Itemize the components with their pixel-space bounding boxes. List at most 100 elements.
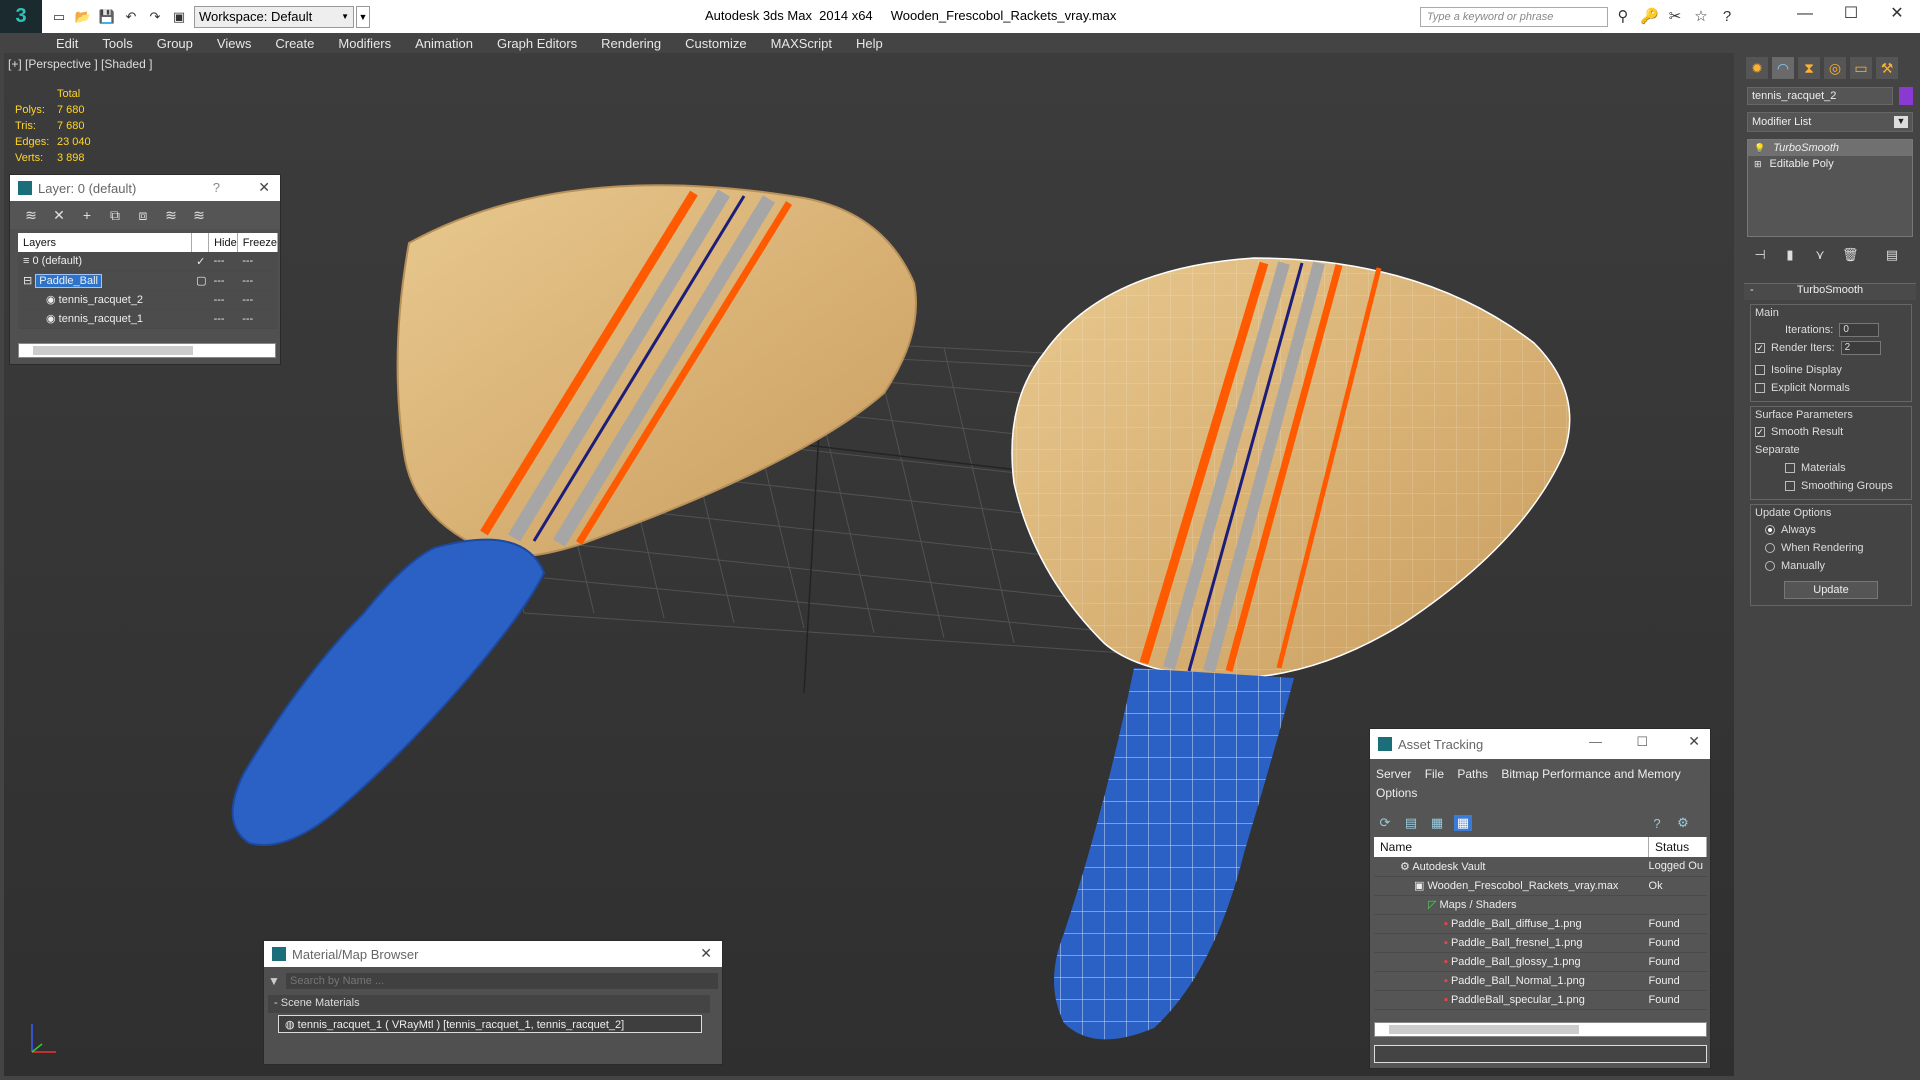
- isoline-checkbox[interactable]: [1755, 365, 1765, 375]
- create-layer-icon[interactable]: ≋: [22, 207, 40, 224]
- refresh-icon[interactable]: ⟳: [1376, 815, 1394, 831]
- current-layer-box[interactable]: ▢: [191, 271, 209, 291]
- layer-row[interactable]: ≡ 0 (default) ✓ --- ---: [18, 252, 278, 272]
- asset-row[interactable]: ◸ Maps / Shaders: [1374, 895, 1707, 915]
- object-row[interactable]: ◉ tennis_racquet_2 --- ---: [18, 290, 278, 310]
- menu-modifiers[interactable]: Modifiers: [338, 36, 391, 51]
- utilities-tab-icon[interactable]: ⚒: [1876, 57, 1898, 79]
- lightbulb-icon[interactable]: 💡: [1754, 143, 1765, 154]
- chevron-down-icon[interactable]: ▼: [268, 974, 286, 988]
- menu-graph-editors[interactable]: Graph Editors: [497, 36, 577, 51]
- highlight-layer-icon[interactable]: ⧈: [134, 207, 152, 224]
- asset-path-field[interactable]: [1374, 1045, 1707, 1063]
- select-objects-icon[interactable]: ⧉: [106, 207, 124, 224]
- help-icon[interactable]: ?: [1718, 8, 1736, 26]
- manually-radio[interactable]: [1765, 561, 1775, 571]
- freeze-toggle[interactable]: ---: [237, 252, 278, 272]
- explicit-normals-checkbox[interactable]: [1755, 383, 1765, 393]
- communication-icon[interactable]: ✂: [1666, 8, 1684, 26]
- asset-row[interactable]: ▪ Paddle_Ball_Normal_1.png Found: [1374, 971, 1707, 991]
- binoculars-icon[interactable]: ⚲: [1614, 8, 1632, 26]
- col-name[interactable]: Name: [1374, 837, 1650, 857]
- smooth-result-checkbox[interactable]: ✓: [1755, 427, 1765, 437]
- horizontal-scrollbar[interactable]: [1374, 1022, 1707, 1037]
- motion-tab-icon[interactable]: ◎: [1824, 57, 1846, 79]
- freeze-toggle[interactable]: ---: [237, 290, 278, 310]
- smoothing-groups-checkbox[interactable]: [1785, 481, 1795, 491]
- asset-row[interactable]: ▪ Paddle_Ball_diffuse_1.png Found: [1374, 914, 1707, 934]
- close-icon[interactable]: ✕: [1874, 0, 1920, 30]
- maximize-icon[interactable]: ☐: [1828, 0, 1874, 30]
- hide-toggle[interactable]: ---: [208, 290, 238, 310]
- material-search-input[interactable]: [286, 973, 718, 989]
- remove-modifier-icon[interactable]: 🗑: [1842, 247, 1859, 263]
- viewport-label[interactable]: [+] [Perspective ] [Shaded ]: [8, 57, 152, 71]
- material-browser-titlebar[interactable]: Material/Map Browser ✕: [264, 941, 722, 967]
- maximize-icon[interactable]: ☐: [1636, 734, 1648, 750]
- add-to-layer-icon[interactable]: +: [78, 207, 96, 223]
- hide-all-icon[interactable]: ≋: [162, 207, 180, 224]
- hide-toggle[interactable]: ---: [208, 252, 238, 272]
- table-view-icon[interactable]: ▦: [1454, 815, 1472, 831]
- make-unique-icon[interactable]: ⋎: [1812, 247, 1828, 263]
- menu-bitmap-performance[interactable]: Bitmap Performance and Memory: [1501, 767, 1680, 781]
- current-layer-check[interactable]: ✓: [191, 252, 209, 272]
- create-tab-icon[interactable]: ✹: [1746, 57, 1768, 79]
- help-button[interactable]: ?: [213, 180, 220, 195]
- object-color-swatch[interactable]: [1899, 87, 1913, 105]
- iterations-spinner[interactable]: 0: [1839, 323, 1880, 337]
- menu-paths[interactable]: Paths: [1457, 767, 1488, 781]
- menu-server[interactable]: Server: [1376, 767, 1411, 781]
- menu-maxscript[interactable]: MAXScript: [771, 36, 832, 51]
- object-name-field[interactable]: tennis_racquet_2: [1747, 87, 1893, 105]
- new-file-icon[interactable]: ▭: [50, 8, 68, 26]
- help-icon[interactable]: ?: [1648, 816, 1666, 831]
- favorites-icon[interactable]: ☆: [1692, 8, 1710, 26]
- layer-row[interactable]: ⊟ Paddle_Ball ▢ --- ---: [18, 271, 278, 291]
- menu-help[interactable]: Help: [856, 36, 883, 51]
- redo-icon[interactable]: ↷: [146, 8, 164, 26]
- col-hide[interactable]: Hide: [208, 233, 238, 252]
- open-file-icon[interactable]: 📂: [74, 8, 92, 26]
- object-row[interactable]: ◉ tennis_racquet_1 --- ---: [18, 309, 278, 329]
- pin-stack-icon[interactable]: ⊣: [1752, 247, 1768, 263]
- menu-views[interactable]: Views: [217, 36, 251, 51]
- menu-create[interactable]: Create: [275, 36, 314, 51]
- expand-icon[interactable]: ⊞: [1754, 159, 1762, 170]
- freeze-toggle[interactable]: ---: [237, 309, 278, 329]
- display-tab-icon[interactable]: ▭: [1850, 57, 1872, 79]
- app-logo-icon[interactable]: 3: [0, 0, 42, 33]
- settings-icon[interactable]: ⚙: [1674, 815, 1692, 831]
- col-status[interactable]: Status: [1648, 837, 1707, 857]
- freeze-all-icon[interactable]: ≋: [190, 207, 208, 224]
- minimize-icon[interactable]: —: [1589, 734, 1602, 749]
- undo-icon[interactable]: ↶: [122, 8, 140, 26]
- always-radio[interactable]: [1765, 525, 1775, 535]
- asset-row[interactable]: ▪ Paddle_Ball_glossy_1.png Found: [1374, 952, 1707, 972]
- project-folder-icon[interactable]: ▣: [170, 8, 188, 26]
- asset-tracking-titlebar[interactable]: Asset Tracking — ☐ ✕: [1370, 729, 1710, 759]
- menu-options[interactable]: Options: [1376, 786, 1417, 800]
- minimize-icon[interactable]: —: [1782, 0, 1828, 30]
- modify-tab-icon[interactable]: ◠: [1772, 57, 1794, 79]
- menu-animation[interactable]: Animation: [415, 36, 473, 51]
- col-layers[interactable]: Layers: [18, 233, 192, 252]
- when-rendering-radio[interactable]: [1765, 543, 1775, 553]
- subscription-icon[interactable]: 🔑: [1640, 8, 1659, 26]
- freeze-toggle[interactable]: ---: [237, 271, 278, 291]
- save-icon[interactable]: 💾: [98, 8, 116, 26]
- hide-toggle[interactable]: ---: [208, 271, 238, 291]
- close-icon[interactable]: ✕: [700, 945, 712, 962]
- quick-access-dropdown[interactable]: ▼: [356, 5, 370, 28]
- rollout-header[interactable]: - TurboSmooth: [1744, 284, 1916, 300]
- scene-materials-group[interactable]: - Scene Materials: [268, 995, 710, 1013]
- search-input[interactable]: Type a keyword or phrase: [1420, 7, 1608, 27]
- list-view-icon[interactable]: ▤: [1402, 815, 1420, 831]
- asset-row[interactable]: ▣ Wooden_Frescobol_Rackets_vray.max Ok: [1374, 876, 1707, 896]
- horizontal-scrollbar[interactable]: [18, 343, 276, 358]
- asset-row[interactable]: ▪ Paddle_Ball_fresnel_1.png Found: [1374, 933, 1707, 953]
- menu-rendering[interactable]: Rendering: [601, 36, 661, 51]
- close-icon[interactable]: ✕: [258, 179, 270, 196]
- menu-customize[interactable]: Customize: [685, 36, 746, 51]
- render-iters-checkbox[interactable]: ✓: [1755, 343, 1765, 353]
